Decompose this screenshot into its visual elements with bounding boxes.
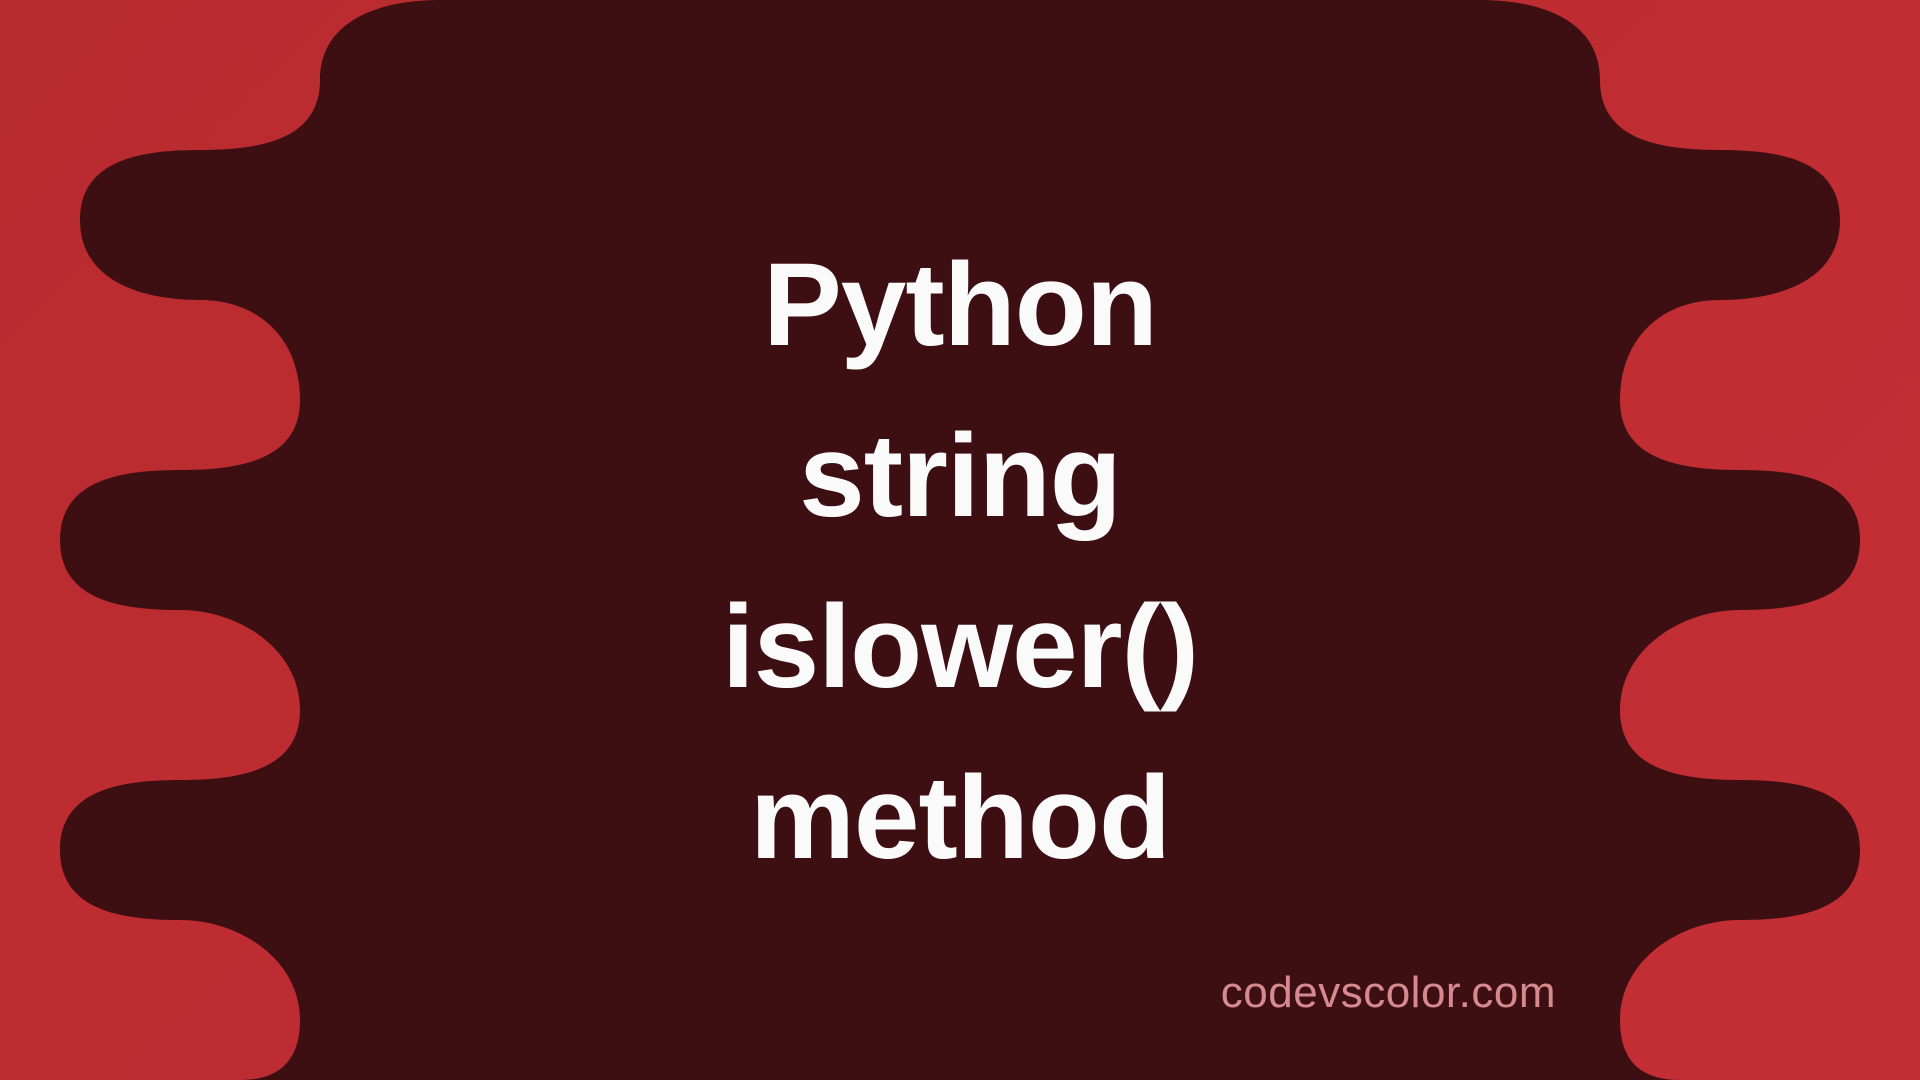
- title-text: Python string islower() method: [0, 219, 1920, 903]
- title-container: Python string islower() method: [0, 219, 1920, 903]
- watermark-text: codevscolor.com: [1221, 968, 1556, 1018]
